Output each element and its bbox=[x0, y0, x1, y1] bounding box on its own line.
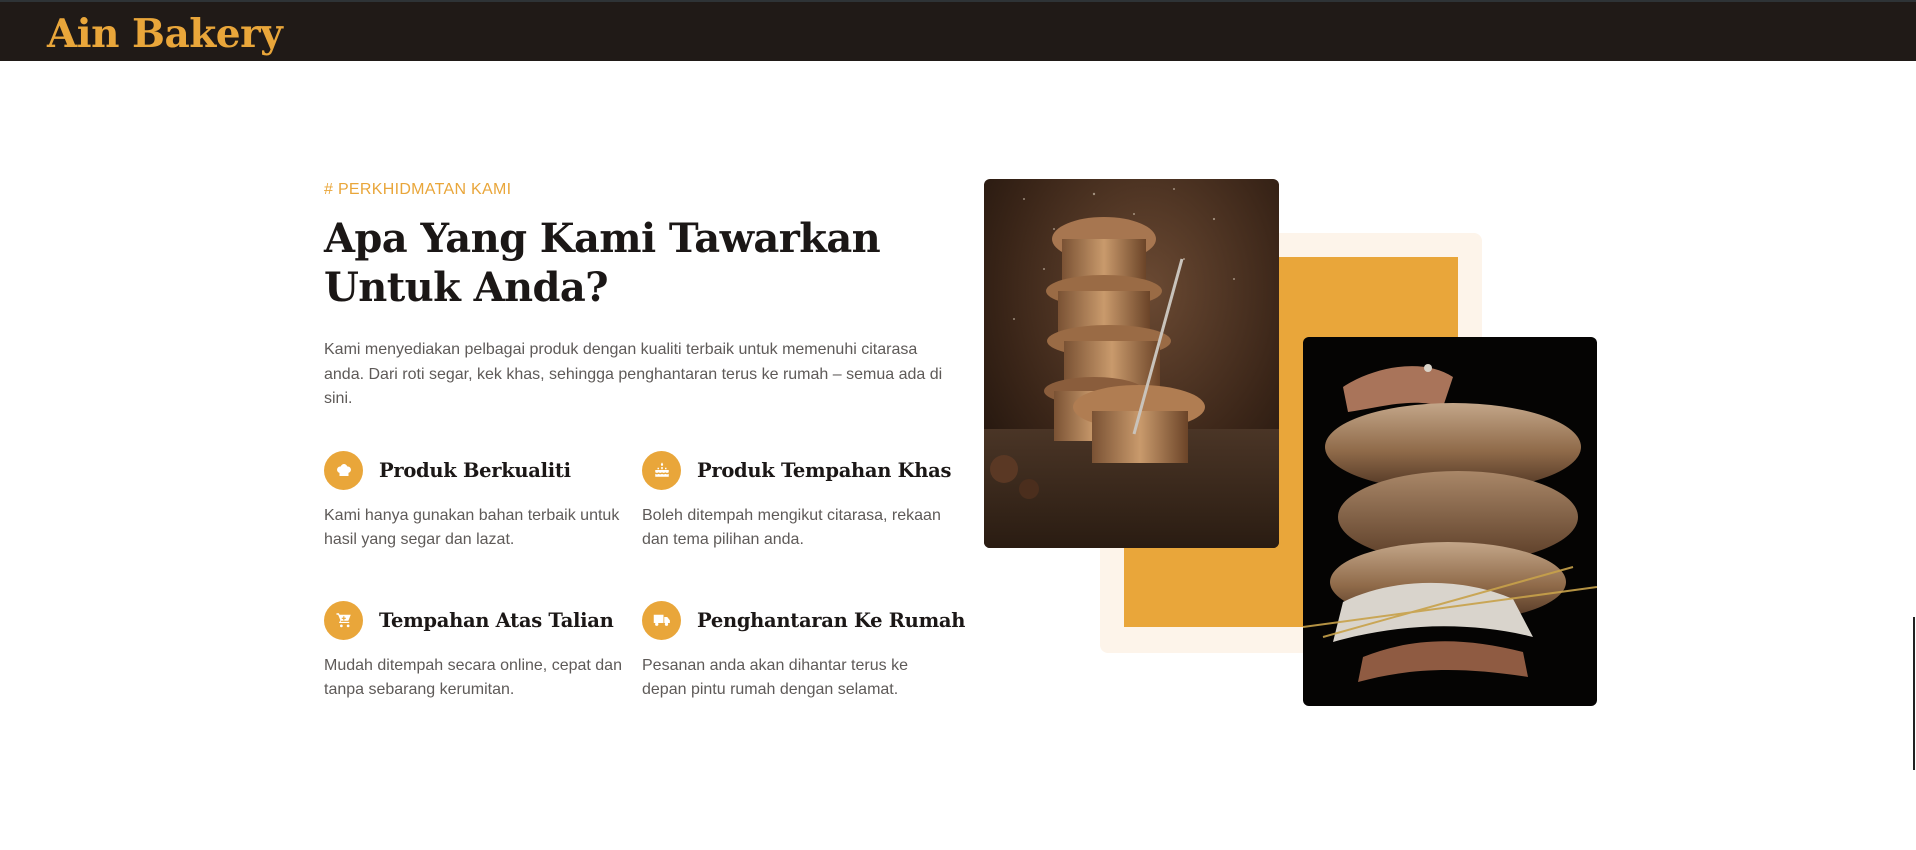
shopping-cart-icon bbox=[324, 600, 363, 640]
feature-card: Produk Tempahan Khas Boleh ditempah meng… bbox=[642, 450, 952, 552]
delivery-truck-icon bbox=[642, 600, 681, 640]
feature-description: Kami hanya gunakan bahan terbaik untuk h… bbox=[324, 507, 620, 548]
brand-logo[interactable]: Ain Bakery bbox=[47, 8, 283, 60]
feature-title: Tempahan Atas Talian bbox=[379, 608, 614, 632]
feature-card: Tempahan Atas Talian Mudah ditempah seca… bbox=[324, 600, 634, 702]
feature-description: Mudah ditempah secara online, cepat dan … bbox=[324, 657, 622, 698]
feature-title: Produk Berkualiti bbox=[379, 458, 571, 482]
section-eyebrow: # PERKHIDMATAN KAMI bbox=[324, 181, 512, 198]
image-collage bbox=[980, 179, 1600, 709]
feature-title: Produk Tempahan Khas bbox=[697, 458, 952, 482]
chef-hat-icon bbox=[324, 450, 363, 490]
section-description: Kami menyediakan pelbagai produk dengan … bbox=[324, 341, 943, 407]
section-title: Apa Yang Kami Tawarkan Untuk Anda? bbox=[324, 215, 881, 311]
feature-card: Produk Berkualiti Kami hanya gunakan bah… bbox=[324, 450, 634, 552]
feature-card: Penghantaran Ke Rumah Pesanan anda akan … bbox=[642, 600, 965, 702]
features-grid: Produk Berkualiti Kami hanya gunakan bah… bbox=[324, 450, 965, 710]
top-navbar: Ain Bakery bbox=[0, 0, 1916, 61]
scrollbar-edge bbox=[1913, 617, 1915, 770]
feature-description: Boleh ditempah mengikut citarasa, rekaan… bbox=[642, 507, 941, 548]
bread-photo bbox=[1303, 337, 1597, 706]
birthday-cake-icon bbox=[642, 450, 681, 490]
feature-description: Pesanan anda akan dihantar terus ke depa… bbox=[642, 657, 908, 698]
cupcakes-photo bbox=[984, 179, 1279, 548]
services-intro: # PERKHIDMATAN KAMI Apa Yang Kami Tawark… bbox=[324, 179, 944, 412]
feature-title: Penghantaran Ke Rumah bbox=[697, 608, 966, 632]
